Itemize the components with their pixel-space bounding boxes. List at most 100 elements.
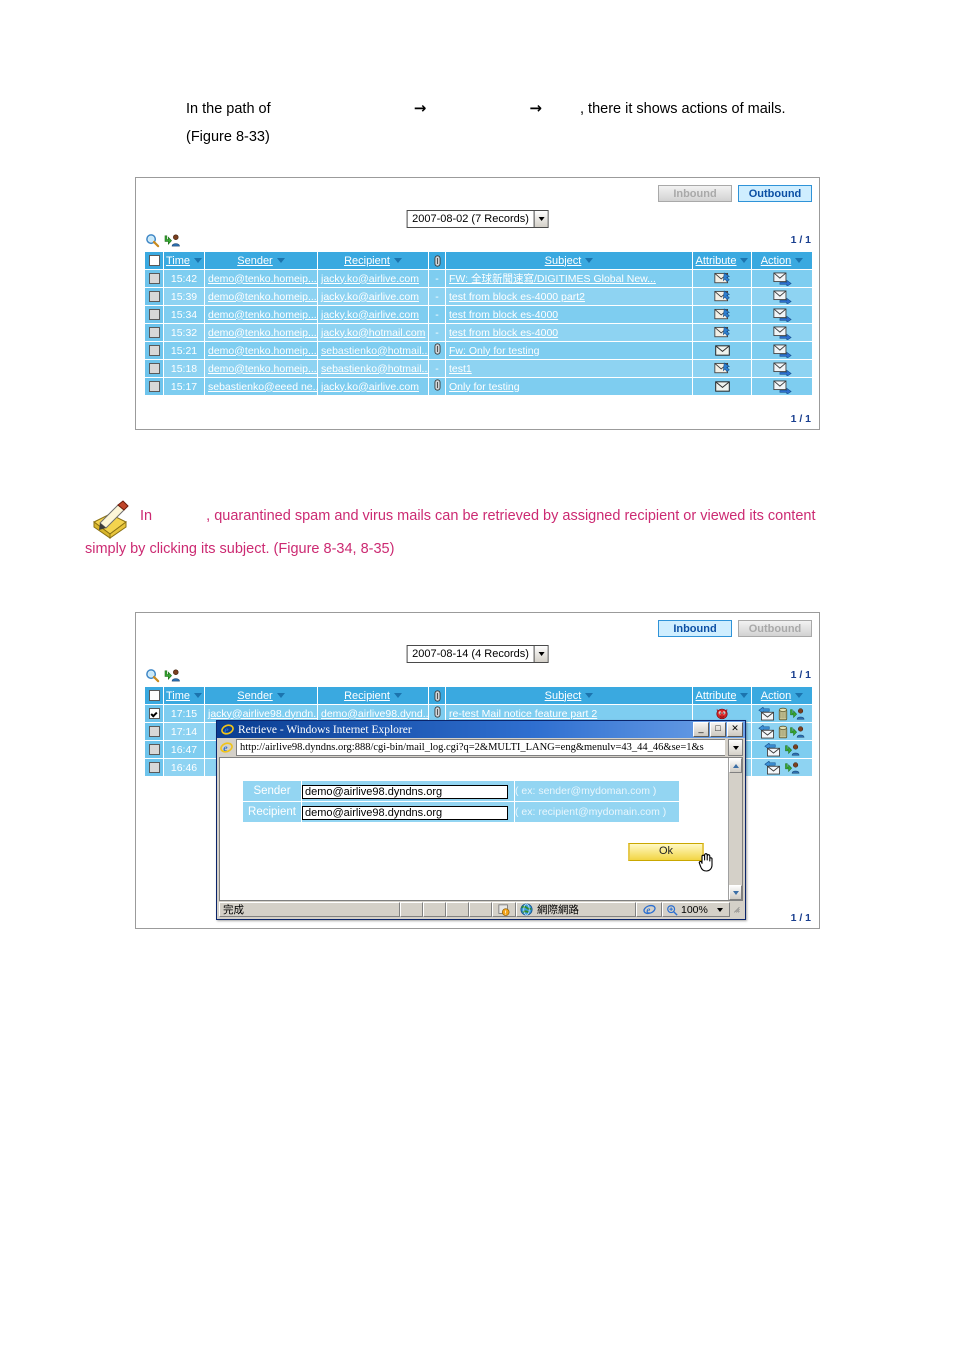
row-subject[interactable]: test from block es-4000 (445, 323, 693, 342)
assign-user-icon[interactable] (784, 743, 801, 757)
table-row[interactable]: 15:32 demo@tenko.homeip.... jacky.ko@hotma… (144, 323, 813, 342)
row-action[interactable] (751, 704, 813, 723)
scroll-up-button[interactable] (729, 758, 742, 773)
minimize-button[interactable]: _ (693, 722, 709, 737)
row-checkbox[interactable] (148, 309, 160, 321)
row-action[interactable] (751, 722, 813, 741)
chevron-down-icon[interactable] (533, 211, 548, 227)
sort-caret-icon[interactable] (276, 258, 285, 264)
row-sender[interactable]: demo@tenko.homeip.... (204, 269, 318, 288)
row-checkbox[interactable] (148, 762, 160, 774)
row-recipient[interactable]: sebastienko@hotmail... (317, 359, 429, 378)
sender-link[interactable]: demo@tenko.homeip.... (208, 291, 317, 303)
row-action[interactable] (751, 323, 813, 342)
subject-link[interactable]: test from block es-4000 part2 (449, 291, 585, 303)
recipient-link[interactable]: sebastienko@hotmail... (321, 363, 428, 375)
forward-mail-icon[interactable] (772, 272, 792, 287)
forward-mail-icon[interactable] (772, 290, 792, 305)
fig2-col-action[interactable]: Action (751, 686, 813, 705)
select-all-checkbox[interactable] (148, 690, 160, 702)
row-recipient[interactable]: jacky.ko@airlive.com (317, 287, 429, 306)
row-select-cell[interactable] (144, 341, 164, 360)
recipient-input[interactable] (302, 806, 508, 820)
dialog-title-bar[interactable]: e Retrieve - Windows Internet Explorer _… (217, 721, 745, 738)
subject-link[interactable]: Fw: Only for testing (449, 345, 539, 357)
maximize-button[interactable]: □ (710, 722, 726, 737)
fig1-col-sender[interactable]: Sender (204, 251, 318, 270)
row-select-cell[interactable] (144, 359, 164, 378)
address-url-text[interactable]: http://airlive98.dyndns.org:888/cgi-bin/… (236, 739, 725, 756)
row-sender[interactable]: demo@tenko.homeip.... (204, 341, 318, 360)
fig1-tab-outbound[interactable]: Outbound (738, 185, 812, 202)
select-all-checkbox[interactable] (148, 255, 160, 267)
close-button[interactable]: ✕ (727, 722, 743, 737)
search-icon[interactable] (145, 233, 160, 248)
row-action[interactable] (751, 359, 813, 378)
row-sender[interactable]: demo@tenko.homeip.... (204, 305, 318, 324)
subject-link[interactable]: test from block es-4000 (449, 309, 558, 321)
row-recipient[interactable]: jacky.ko@airlive.com (317, 377, 429, 396)
row-select-cell[interactable] (144, 758, 164, 777)
subject-link[interactable]: test1 (449, 363, 472, 375)
dialog-address-bar[interactable]: e http://airlive98.dyndns.org:888/cgi-bi… (217, 738, 745, 757)
row-checkbox[interactable] (148, 744, 160, 756)
retrieve-mail-icon[interactable] (758, 724, 777, 739)
row-select-cell[interactable] (144, 287, 164, 306)
row-sender[interactable]: demo@tenko.homeip.... (204, 287, 318, 306)
export-user-icon[interactable] (164, 233, 181, 248)
row-checkbox[interactable] (148, 273, 160, 285)
fig1-col-attribute[interactable]: Attribute (692, 251, 752, 270)
sort-caret-icon[interactable] (194, 258, 203, 264)
row-checkbox[interactable] (148, 381, 160, 393)
address-dropdown-icon[interactable] (728, 739, 743, 756)
sender-link[interactable]: sebastienko@eeed ne... (208, 381, 317, 393)
row-subject[interactable]: test1 (445, 359, 693, 378)
row-recipient[interactable]: sebastienko@hotmail... (317, 341, 429, 360)
row-subject[interactable]: FW: 全球新聞速寫/DIGITIMES Global New... (445, 269, 693, 288)
scroll-down-button[interactable] (729, 885, 742, 900)
forward-mail-icon[interactable] (772, 344, 792, 359)
sort-caret-icon[interactable] (585, 258, 594, 264)
fig1-col-time[interactable]: Time (163, 251, 205, 270)
delete-icon[interactable] (778, 707, 788, 721)
forward-mail-icon[interactable] (772, 380, 792, 395)
table-row[interactable]: 15:34 demo@tenko.homeip.... jacky.ko@airli… (144, 305, 813, 324)
row-checkbox[interactable] (148, 291, 160, 303)
fig2-select-all-header[interactable] (144, 686, 164, 705)
sort-caret-icon[interactable] (740, 258, 749, 264)
fig2-tab-inbound[interactable]: Inbound (658, 620, 732, 637)
row-action[interactable] (751, 269, 813, 288)
row-checkbox[interactable] (148, 708, 160, 720)
row-checkbox[interactable] (148, 726, 160, 738)
row-subject[interactable]: test from block es-4000 (445, 305, 693, 324)
fig1-tab-inbound[interactable]: Inbound (658, 185, 732, 202)
fig2-col-time[interactable]: Time (163, 686, 205, 705)
sort-caret-icon[interactable] (585, 693, 594, 699)
chevron-down-icon[interactable] (533, 646, 548, 662)
recipient-link[interactable]: jacky.ko@hotmail.com (321, 327, 425, 339)
fig2-col-sender[interactable]: Sender (204, 686, 318, 705)
table-row[interactable]: 15:18 demo@tenko.homeip.... sebastienko@ho… (144, 359, 813, 378)
fig1-col-action[interactable]: Action (751, 251, 813, 270)
sender-link[interactable]: demo@tenko.homeip.... (208, 309, 317, 321)
row-subject[interactable]: Only for testing (445, 377, 693, 396)
table-row[interactable]: 15:21 demo@tenko.homeip.... sebastienko@ho… (144, 341, 813, 360)
retrieve-mail-icon[interactable] (758, 706, 777, 721)
row-recipient[interactable]: jacky.ko@hotmail.com (317, 323, 429, 342)
retrieve-mail-icon[interactable] (763, 760, 783, 775)
row-subject[interactable]: test from block es-4000 part2 (445, 287, 693, 306)
row-select-cell[interactable] (144, 377, 164, 396)
row-action[interactable] (751, 758, 813, 777)
fig1-date-select[interactable]: 2007-08-02 (7 Records) (406, 210, 549, 228)
row-select-cell[interactable] (144, 740, 164, 759)
table-row[interactable]: 15:17 sebastienko@eeed ne... jacky.ko@airl… (144, 377, 813, 396)
row-action[interactable] (751, 305, 813, 324)
search-icon[interactable] (145, 668, 160, 683)
fig2-col-recipient[interactable]: Recipient (317, 686, 429, 705)
sender-input[interactable] (302, 785, 508, 799)
recipient-link[interactable]: jacky.ko@airlive.com (321, 291, 419, 303)
table-row[interactable]: 15:42 demo@tenko.homeip.... jacky.ko@airli… (144, 269, 813, 288)
row-checkbox[interactable] (148, 345, 160, 357)
sort-caret-icon[interactable] (194, 693, 203, 699)
fig2-col-subject[interactable]: Subject (445, 686, 693, 705)
